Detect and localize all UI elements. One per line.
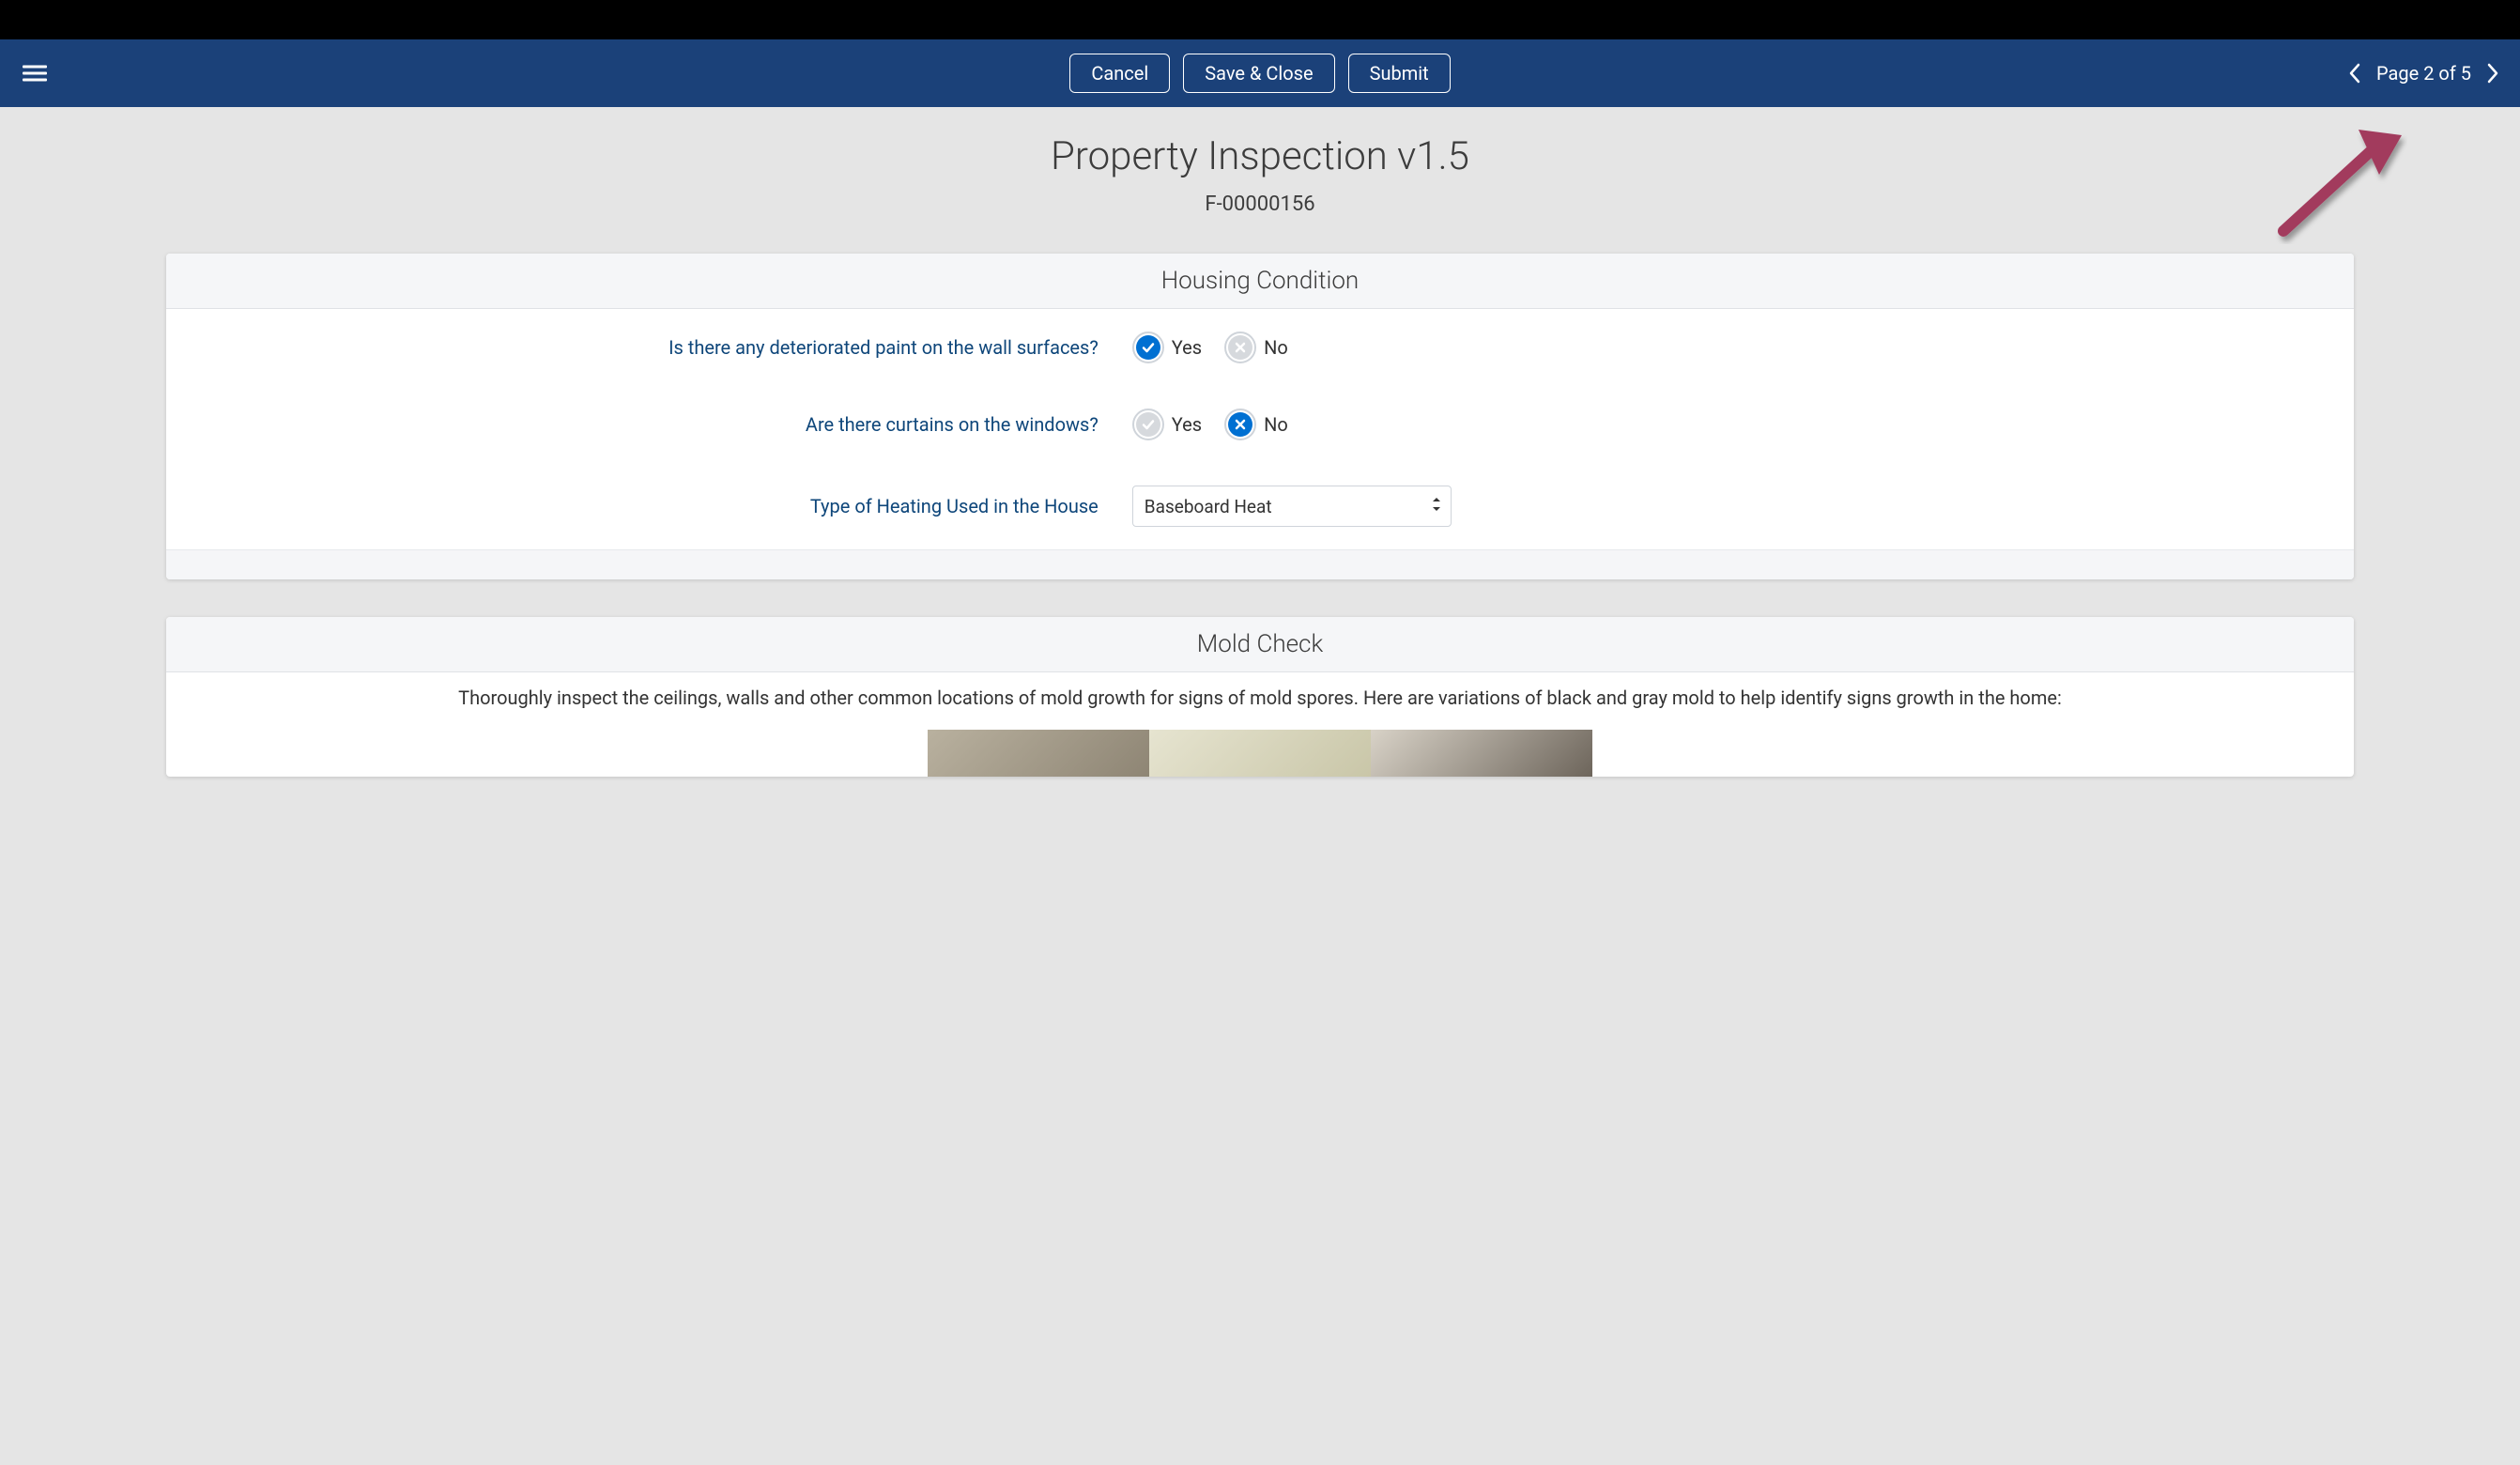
question-curtains-yes[interactable]: Yes bbox=[1132, 409, 1202, 440]
device-status-bar bbox=[0, 0, 2520, 39]
mold-example-image bbox=[1149, 730, 1371, 777]
annotation-arrow-icon bbox=[2266, 122, 2407, 244]
card-footer bbox=[166, 549, 2354, 579]
housing-section-title: Housing Condition bbox=[166, 254, 2354, 309]
question-paint-yes-label: Yes bbox=[1172, 336, 1202, 359]
page-indicator-label: Page 2 of 5 bbox=[2376, 62, 2471, 85]
question-paint-label: Is there any deteriorated paint on the w… bbox=[194, 336, 1132, 359]
header-actions: Cancel Save & Close Submit bbox=[1069, 54, 1450, 93]
heating-select-value: Baseboard Heat bbox=[1145, 496, 1272, 517]
prev-page-button[interactable] bbox=[2343, 57, 2367, 89]
mold-example-image bbox=[928, 730, 1149, 777]
main-content: Property Inspection v1.5 F-00000156 Hous… bbox=[0, 107, 2520, 777]
mold-check-card: Mold Check Thoroughly inspect the ceilin… bbox=[166, 617, 2354, 777]
question-heating-label: Type of Heating Used in the House bbox=[194, 495, 1132, 517]
question-curtains-no[interactable]: No bbox=[1224, 409, 1288, 440]
save-close-button[interactable]: Save & Close bbox=[1183, 54, 1334, 93]
question-paint-no[interactable]: No bbox=[1224, 332, 1288, 363]
question-curtains-no-label: No bbox=[1264, 413, 1288, 436]
housing-condition-card: Housing Condition Is there any deteriora… bbox=[166, 254, 2354, 579]
question-heating-row: Type of Heating Used in the House Basebo… bbox=[166, 463, 2354, 549]
question-paint-row: Is there any deteriorated paint on the w… bbox=[166, 309, 2354, 386]
mold-image-row bbox=[166, 720, 2354, 777]
question-curtains-row: Are there curtains on the windows? Yes bbox=[166, 386, 2354, 463]
page-navigator: Page 2 of 5 bbox=[2343, 57, 2505, 89]
mold-example-image bbox=[1371, 730, 1592, 777]
submit-button[interactable]: Submit bbox=[1348, 54, 1451, 93]
menu-button[interactable] bbox=[15, 54, 54, 93]
question-paint-yes[interactable]: Yes bbox=[1132, 332, 1202, 363]
mold-section-title: Mold Check bbox=[166, 617, 2354, 672]
next-page-button[interactable] bbox=[2481, 57, 2505, 89]
page-title: Property Inspection v1.5 bbox=[1051, 133, 1469, 179]
heating-select[interactable]: Baseboard Heat bbox=[1132, 486, 1452, 527]
question-curtains-label: Are there curtains on the windows? bbox=[194, 413, 1132, 436]
record-id: F-00000156 bbox=[1205, 193, 1314, 216]
question-paint-no-label: No bbox=[1264, 336, 1288, 359]
app-header: Cancel Save & Close Submit Page 2 of 5 bbox=[0, 39, 2520, 107]
question-curtains-yes-label: Yes bbox=[1172, 413, 1202, 436]
mold-description: Thoroughly inspect the ceilings, walls a… bbox=[166, 672, 2354, 720]
cancel-button[interactable]: Cancel bbox=[1069, 54, 1170, 93]
